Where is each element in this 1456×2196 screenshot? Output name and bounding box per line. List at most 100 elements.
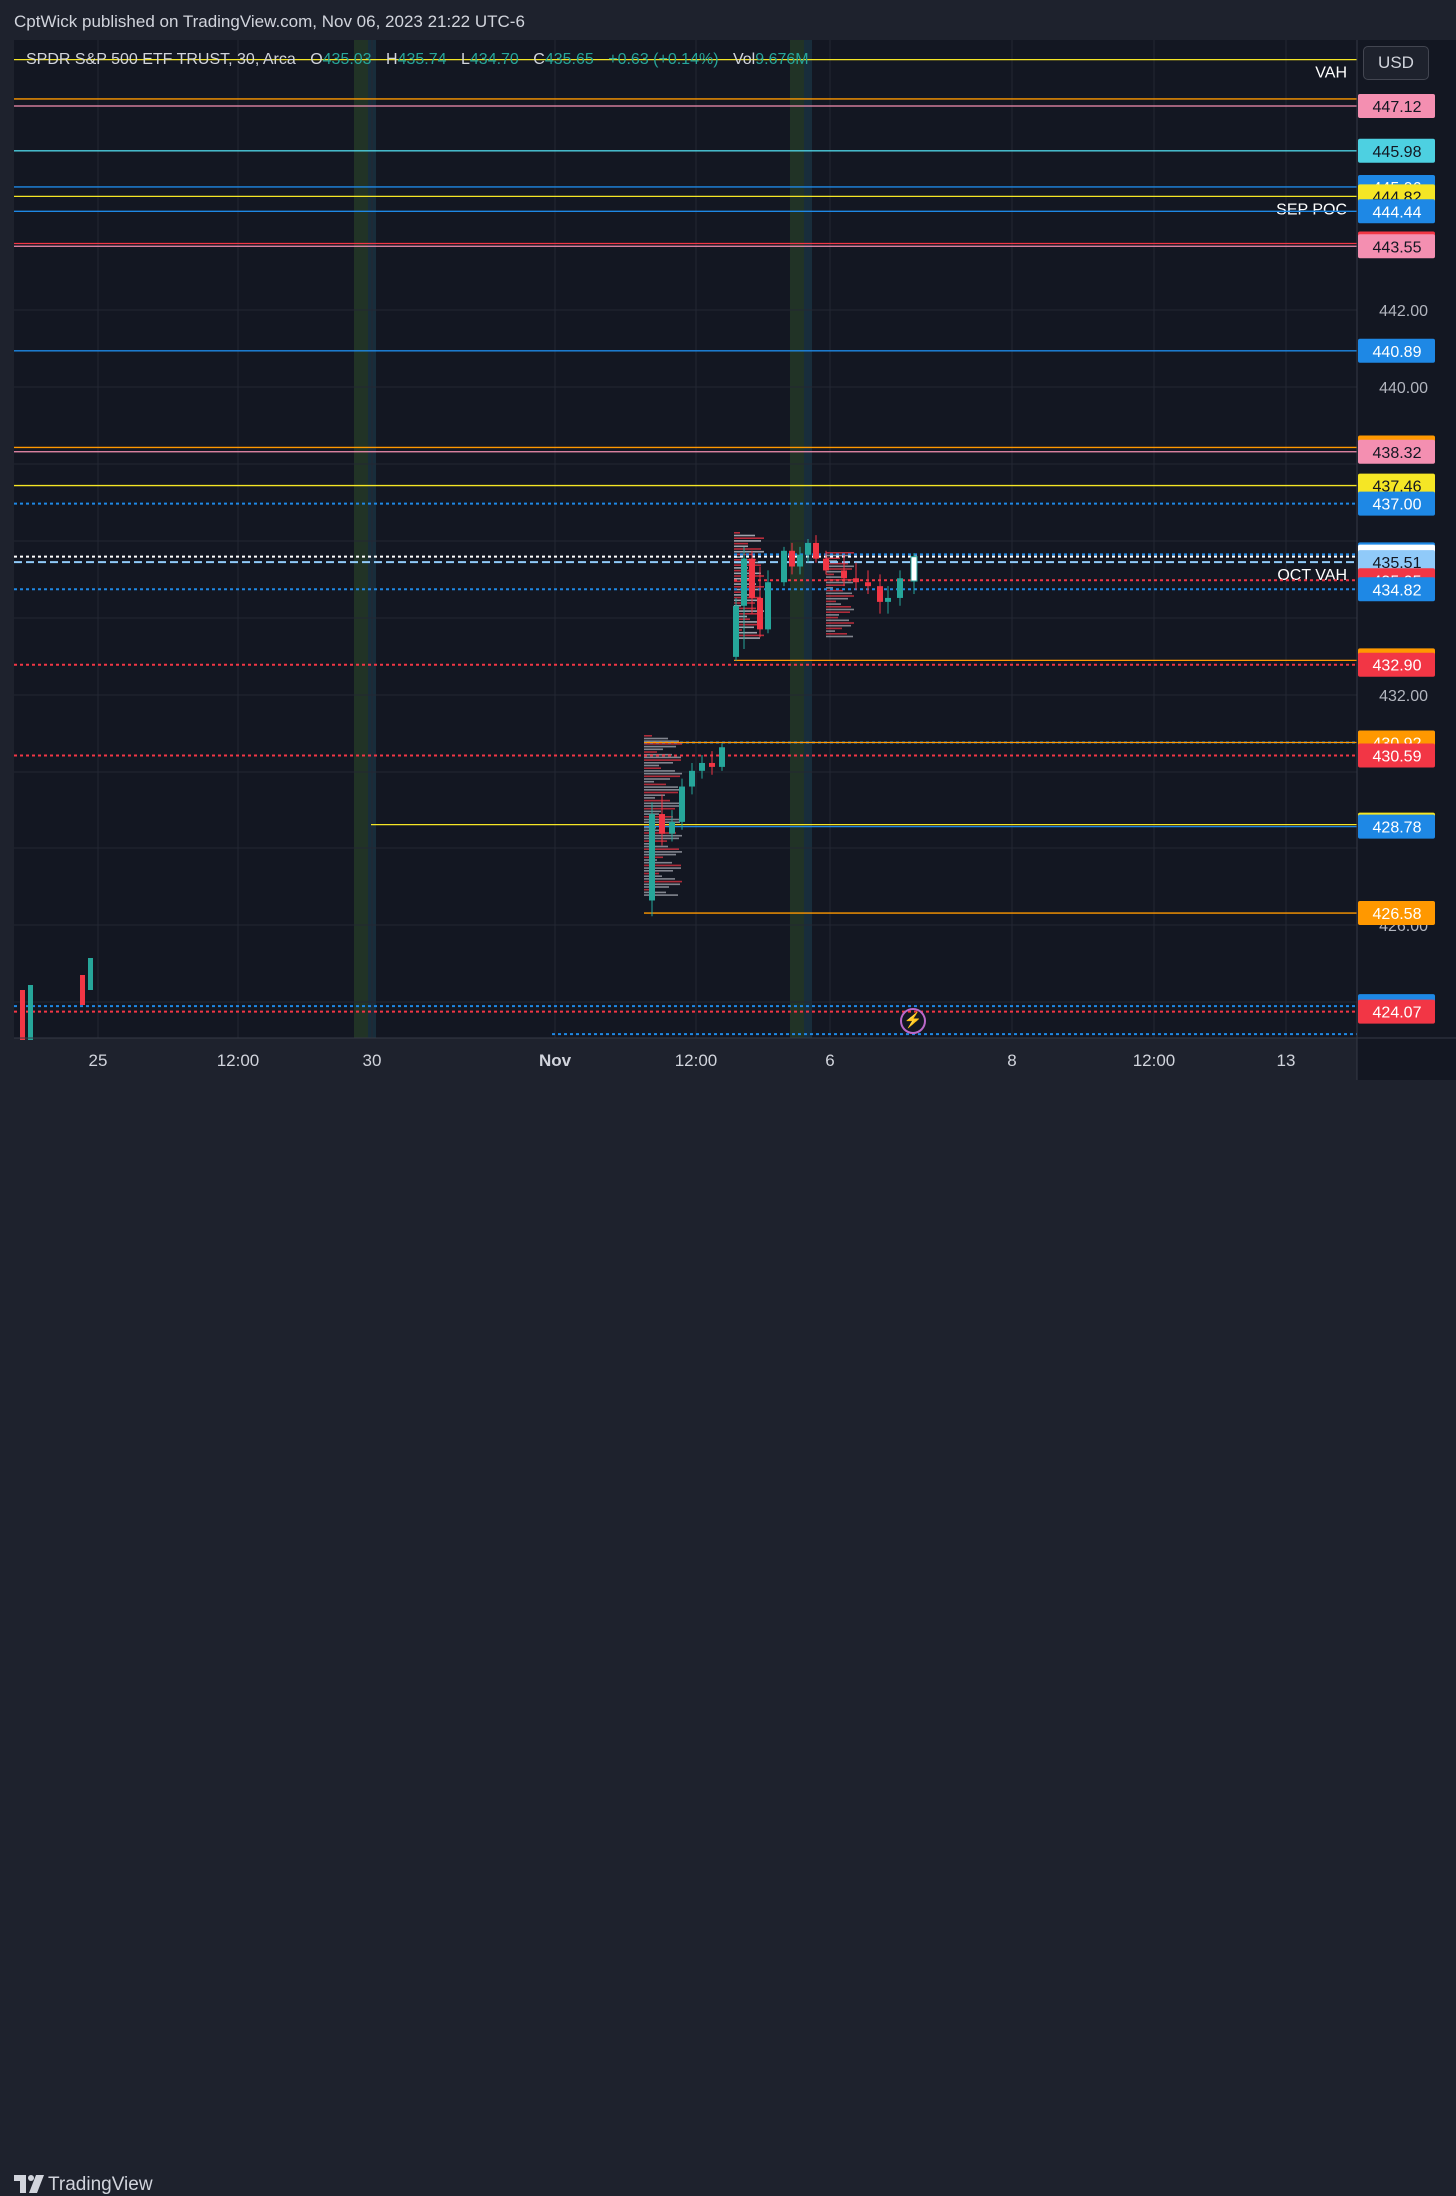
- candle-body: [897, 578, 903, 598]
- volume-profile-bar: [826, 611, 850, 613]
- price-tag-label: 426.58: [1373, 906, 1422, 923]
- volume-profile-bar: [826, 565, 854, 568]
- legend-open: 435.03: [322, 51, 372, 68]
- candle-body: [797, 554, 803, 567]
- candle-body: [789, 550, 795, 567]
- volume-profile-bar: [644, 737, 668, 740]
- volume-profile-bar: [644, 759, 681, 761]
- price-tag-label: 445.98: [1373, 144, 1422, 161]
- time-tick-label: 25: [89, 1051, 108, 1070]
- price-tag-label: 432.90: [1373, 658, 1422, 675]
- currency-button[interactable]: USD: [1363, 46, 1429, 80]
- volume-profile-bar: [644, 886, 669, 888]
- volume-profile-bar: [826, 597, 848, 600]
- volume-profile-bar: [644, 845, 668, 848]
- candle-body: [805, 542, 811, 555]
- volume-profile-bar: [734, 564, 761, 566]
- volume-profile-bar: [644, 778, 670, 780]
- footer: TradingView: [0, 1080, 1456, 2195]
- volume-profile-bar: [644, 840, 667, 842]
- candle-body: [841, 570, 847, 579]
- volume-profile-bar: [826, 595, 854, 597]
- lightning-icon[interactable]: ⚡: [900, 1008, 926, 1034]
- legend-open-label: O: [310, 51, 323, 68]
- volume-profile-bar: [644, 772, 682, 775]
- volume-profile-bar: [826, 624, 851, 627]
- volume-profile-bar: [644, 799, 670, 802]
- volume-profile-bar: [734, 542, 748, 545]
- volume-profile-bar: [644, 789, 682, 791]
- price-tag-label: 434.82: [1373, 582, 1422, 599]
- candle-body: [649, 814, 655, 901]
- volume-profile-bar: [644, 780, 654, 783]
- candle-body: [910, 556, 918, 582]
- candle-body: [853, 578, 859, 583]
- candle-body: [749, 558, 755, 598]
- legend-vol: 9.676M: [755, 51, 809, 68]
- candle-body: [865, 582, 871, 587]
- candle-body: [719, 747, 725, 767]
- time-tick-label: 30: [363, 1051, 382, 1070]
- volume-profile-bar: [826, 581, 853, 584]
- volume-profile-bar: [644, 767, 661, 769]
- volume-profile-bar: [644, 816, 673, 818]
- price-chart[interactable]: VAHSEP POCOCT VAH442.00440.00432.00426.0…: [14, 40, 1456, 1080]
- volume-profile-bar: [734, 537, 764, 539]
- volume-profile-bar: [826, 573, 834, 576]
- volume-profile-bar: [734, 532, 740, 534]
- volume-profile-bar: [734, 572, 761, 575]
- time-tick-label: 12:00: [675, 1051, 718, 1070]
- volume-profile-bar: [644, 853, 676, 856]
- price-tag-label: 430.59: [1373, 748, 1422, 765]
- price-tag-label: 437.00: [1373, 497, 1422, 514]
- volume-profile-bar: [644, 786, 678, 788]
- volume-profile-bar: [644, 797, 655, 799]
- footer-brand: TradingView: [48, 2174, 153, 2195]
- volume-profile-bar: [826, 600, 836, 603]
- chart-area[interactable]: VAH SEP POC OCT VAH 442.00 440.00 432.00 426.0…: [14, 40, 1456, 1080]
- volume-profile-bar: [644, 748, 663, 751]
- candle-body: [679, 786, 685, 822]
- price-tag-label: 447.12: [1373, 99, 1422, 116]
- volume-profile-bar: [826, 570, 843, 573]
- legend-close: 435.65: [544, 51, 594, 68]
- legend-low: 434.70: [469, 51, 519, 68]
- volume-profile-bar: [644, 740, 679, 742]
- candle-body: [669, 821, 675, 834]
- volume-profile-bar: [734, 534, 755, 537]
- candle-body: [741, 558, 747, 606]
- volume-profile-bar: [644, 807, 675, 810]
- price-tag-label: 444.44: [1373, 204, 1422, 221]
- price-tag-label: 440.89: [1373, 344, 1422, 361]
- level-label: SEP POC: [1276, 201, 1347, 218]
- volume-profile-bar: [826, 608, 854, 611]
- volume-profile-bar: [826, 630, 835, 632]
- time-tick-label: 8: [1007, 1051, 1016, 1070]
- time-tick-label: Nov: [539, 1051, 572, 1070]
- volume-profile-bar: [826, 614, 839, 616]
- volume-profile-bar: [826, 619, 849, 622]
- volume-profile-bar: [826, 606, 851, 608]
- plot-background: [14, 40, 1357, 1038]
- volume-profile-bar: [734, 540, 761, 542]
- volume-profile-bar: [644, 775, 680, 778]
- volume-profile-bar: [644, 805, 682, 807]
- volume-profile-bar: [644, 791, 678, 794]
- symbol-legend: SPDR S&P 500 ETF TRUST, 30, Arca O435.03…: [26, 51, 809, 69]
- candle-body: [20, 990, 25, 1040]
- legend-high-label: H: [386, 51, 398, 68]
- volume-profile-bar: [826, 603, 841, 605]
- candle-body: [885, 597, 891, 602]
- top-bar: CptWick published on TradingView.com, No…: [0, 0, 1456, 40]
- candle-body: [659, 814, 665, 834]
- price-tick-label: 432.00: [1379, 688, 1428, 705]
- volume-profile-bar: [644, 878, 675, 880]
- volume-profile-bar: [644, 745, 676, 748]
- candle-body: [88, 958, 93, 990]
- session-band: [354, 40, 368, 1038]
- volume-profile-bar: [826, 589, 843, 592]
- volume-profile-bar: [644, 735, 652, 737]
- session-band: [790, 40, 804, 1038]
- price-tag-label: 438.32: [1373, 445, 1422, 462]
- time-tick-label: 6: [825, 1051, 834, 1070]
